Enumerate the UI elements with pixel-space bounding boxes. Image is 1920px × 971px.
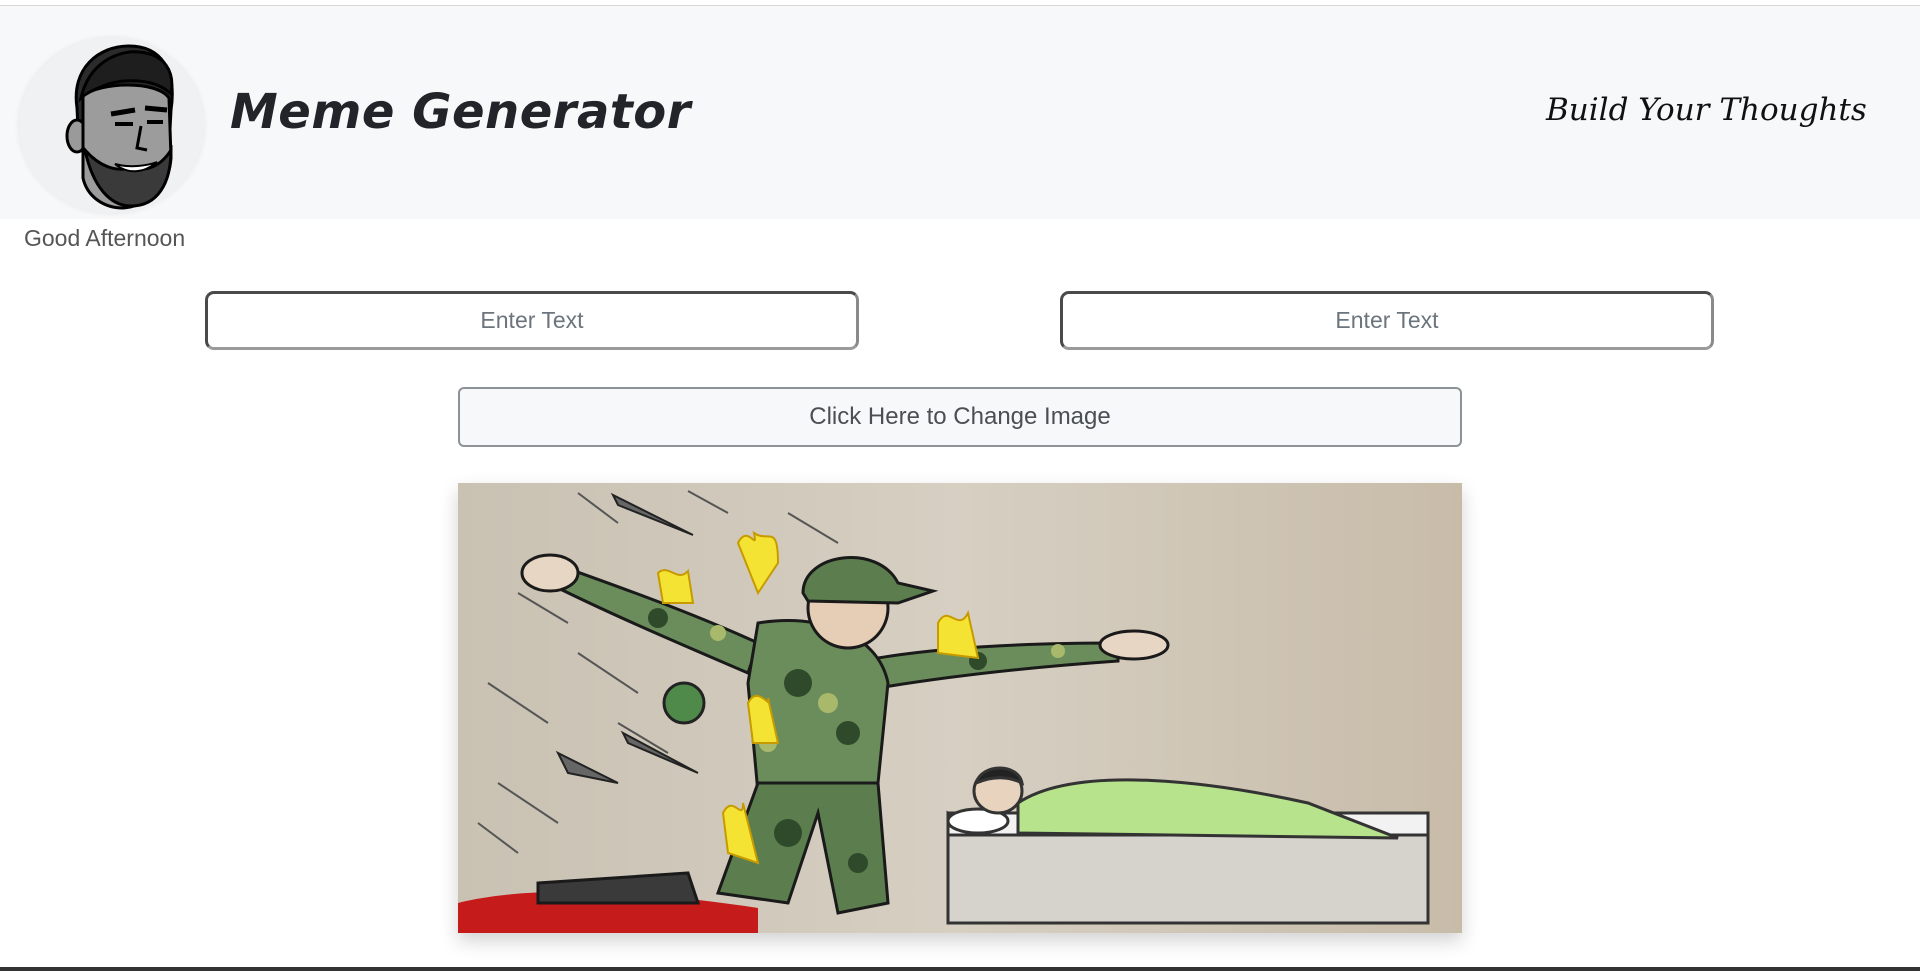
top-text-input[interactable]: [205, 291, 859, 350]
app-page: Meme Generator Build Your Thoughts Good …: [0, 0, 1920, 971]
meme-image: [458, 483, 1462, 933]
soldier-protecting-sleeping-child-image: [458, 483, 1462, 933]
bottom-divider: [0, 967, 1920, 971]
site-header: Meme Generator Build Your Thoughts: [0, 6, 1920, 219]
change-image-button[interactable]: Click Here to Change Image: [458, 387, 1462, 447]
tagline: Build Your Thoughts: [1546, 92, 1867, 128]
bearded-man-avatar-icon: [19, 38, 204, 213]
greeting-text: Good Afternoon: [24, 225, 186, 251]
app-title: Meme Generator: [230, 84, 691, 140]
bottom-text-input[interactable]: [1060, 291, 1714, 350]
